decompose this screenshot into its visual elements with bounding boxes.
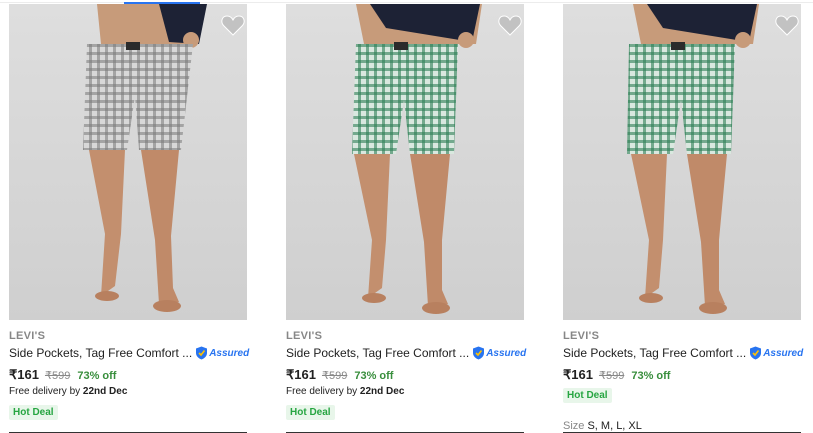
product-card[interactable]: LEVI'S Side Pockets, Tag Free Comfort ..… xyxy=(286,0,526,433)
model-photo-graphic xyxy=(9,4,247,320)
model-photo-graphic xyxy=(563,4,801,320)
delivery-date: 22nd Dec xyxy=(359,386,405,397)
discount-label: 73% off xyxy=(77,370,117,382)
assured-shield-icon xyxy=(750,346,762,360)
assured-label: Assured xyxy=(209,347,250,359)
assured-label: Assured xyxy=(486,347,527,359)
size-values: S, M, L, XL xyxy=(587,420,642,432)
wishlist-heart-icon[interactable] xyxy=(498,14,522,36)
product-image[interactable] xyxy=(563,4,801,320)
product-title-row[interactable]: Side Pockets, Tag Free Comfort ... Assur… xyxy=(563,346,803,360)
original-price: ₹599 xyxy=(44,370,71,382)
delivery-info: Free delivery by 22nd Dec xyxy=(9,386,127,397)
assured-shield-icon xyxy=(196,346,208,360)
delivery-info: Free delivery by 22nd Dec xyxy=(286,386,404,397)
product-image[interactable] xyxy=(286,4,524,320)
discount-label: 73% off xyxy=(354,370,394,382)
assured-badge: Assured xyxy=(472,346,526,360)
selling-price: ₹161 xyxy=(563,367,593,382)
product-title[interactable]: Side Pockets, Tag Free Comfort ... xyxy=(286,346,469,360)
product-brand: LEVI'S xyxy=(9,330,46,342)
assured-label: Assured xyxy=(763,347,804,359)
assured-shield-icon xyxy=(473,346,485,360)
selling-price: ₹161 xyxy=(9,367,39,382)
product-title[interactable]: Side Pockets, Tag Free Comfort ... xyxy=(563,346,746,360)
price-row: ₹161 ₹599 73% off xyxy=(286,367,393,383)
product-brand: LEVI'S xyxy=(563,330,600,342)
hot-deal-badge: Hot Deal xyxy=(286,405,335,420)
delivery-prefix: Free delivery by xyxy=(286,386,358,397)
selling-price: ₹161 xyxy=(286,367,316,382)
delivery-prefix: Free delivery by xyxy=(9,386,81,397)
price-row: ₹161 ₹599 73% off xyxy=(9,367,116,383)
product-title[interactable]: Side Pockets, Tag Free Comfort ... xyxy=(9,346,192,360)
hot-deal-badge: Hot Deal xyxy=(563,388,612,403)
assured-badge: Assured xyxy=(195,346,249,360)
product-card[interactable]: LEVI'S Side Pockets, Tag Free Comfort ..… xyxy=(9,0,249,433)
delivery-date: 22nd Dec xyxy=(82,386,128,397)
product-card[interactable]: LEVI'S Side Pockets, Tag Free Comfort ..… xyxy=(563,0,803,433)
price-row: ₹161 ₹599 73% off xyxy=(563,367,670,383)
original-price: ₹599 xyxy=(321,370,348,382)
available-sizes: Size S, M, L, XL xyxy=(563,420,642,432)
wishlist-heart-icon[interactable] xyxy=(221,14,245,36)
product-image[interactable] xyxy=(9,4,247,320)
hot-deal-badge: Hot Deal xyxy=(9,405,58,420)
model-photo-graphic xyxy=(286,4,524,320)
original-price: ₹599 xyxy=(598,370,625,382)
product-title-row[interactable]: Side Pockets, Tag Free Comfort ... Assur… xyxy=(286,346,526,360)
discount-label: 73% off xyxy=(631,370,671,382)
product-title-row[interactable]: Side Pockets, Tag Free Comfort ... Assur… xyxy=(9,346,249,360)
product-brand: LEVI'S xyxy=(286,330,323,342)
size-label: Size xyxy=(563,420,585,432)
wishlist-heart-icon[interactable] xyxy=(775,14,799,36)
assured-badge: Assured xyxy=(749,346,803,360)
